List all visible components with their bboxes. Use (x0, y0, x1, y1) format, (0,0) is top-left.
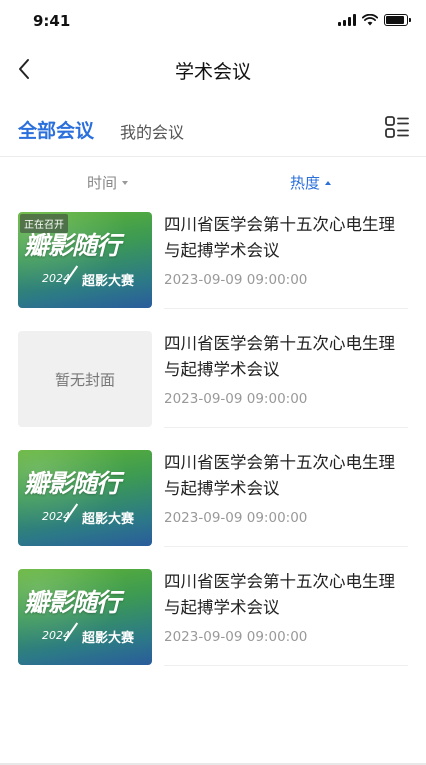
status-bar: 9:41 (0, 0, 426, 44)
meeting-title: 四川省医学会第十五次心电生理与起搏学术会议 (164, 572, 395, 617)
sort-bar: 时间 热度 (0, 160, 426, 202)
tab-all-meetings[interactable]: 全部会议 (18, 116, 94, 143)
cover-calligraphy: 瓣影随行 (24, 469, 121, 498)
cover-year: 2024 (42, 510, 70, 523)
layout-toggle-button[interactable] (384, 114, 410, 140)
meeting-time: 2023-09-09 09:00:00 (164, 391, 308, 407)
meeting-title: 四川省医学会第十五次心电生理与起搏学术会议 (164, 453, 395, 498)
item-divider (164, 546, 408, 547)
tab-my-meetings[interactable]: 我的会议 (120, 119, 184, 143)
meeting-cover: 暂无封面 (18, 331, 152, 427)
cover-subtitle: 超影大赛 (82, 512, 135, 527)
cover-year: 2024 (42, 629, 70, 642)
meeting-time: 2023-09-09 09:00:00 (164, 629, 308, 645)
meeting-list-item[interactable]: 暂无封面 四川省医学会第十五次心电生理与起搏学术会议 2023-09-09 09… (18, 331, 408, 449)
caret-down-icon (122, 180, 129, 185)
cover-subtitle: 超影大赛 (82, 631, 135, 646)
meeting-list-item[interactable]: 瓣影随行 2024 超影大赛 正在召开 四川省医学会第十五次心电生理与起搏学术会… (18, 212, 408, 330)
meeting-cover: 瓣影随行 2024 超影大赛 (18, 450, 152, 546)
cover-placeholder: 暂无封面 (18, 331, 152, 427)
divider (0, 156, 426, 157)
item-divider (164, 427, 408, 428)
battery-icon (384, 14, 411, 26)
cover-calligraphy: 瓣影随行 (24, 588, 121, 617)
status-icons (338, 14, 411, 26)
meeting-cover: 瓣影随行 2024 超影大赛 正在召开 (18, 212, 152, 308)
meeting-list-item[interactable]: 瓣影随行 2024 超影大赛 四川省医学会第十五次心电生理与起搏学术会议 202… (18, 569, 408, 687)
meeting-title: 四川省医学会第十五次心电生理与起搏学术会议 (164, 215, 395, 260)
sort-time-label: 时间 (87, 174, 118, 192)
sort-by-time[interactable]: 时间 (87, 172, 129, 193)
sort-by-popularity[interactable]: 热度 (290, 172, 332, 193)
meeting-time: 2023-09-09 09:00:00 (164, 272, 308, 288)
cover-year: 2024 (42, 272, 70, 285)
caret-up-icon (325, 180, 332, 185)
wifi-icon (362, 14, 378, 26)
sort-hot-label: 热度 (290, 174, 321, 192)
page-title: 学术会议 (174, 61, 251, 83)
nav-bar: 学术会议 (0, 44, 426, 94)
tab-bar: 全部会议 我的会议 (0, 104, 426, 150)
status-time: 9:41 (33, 12, 71, 30)
item-divider (164, 308, 408, 309)
live-badge: 正在召开 (20, 214, 68, 233)
meeting-cover: 瓣影随行 2024 超影大赛 (18, 569, 152, 665)
meeting-time: 2023-09-09 09:00:00 (164, 510, 308, 526)
signal-icon (338, 14, 356, 26)
list-layout-icon (385, 116, 409, 138)
cover-subtitle: 超影大赛 (82, 274, 135, 289)
item-divider (164, 665, 408, 666)
meeting-title: 四川省医学会第十五次心电生理与起搏学术会议 (164, 334, 395, 379)
meeting-list-item[interactable]: 瓣影随行 2024 超影大赛 四川省医学会第十五次心电生理与起搏学术会议 202… (18, 450, 408, 568)
